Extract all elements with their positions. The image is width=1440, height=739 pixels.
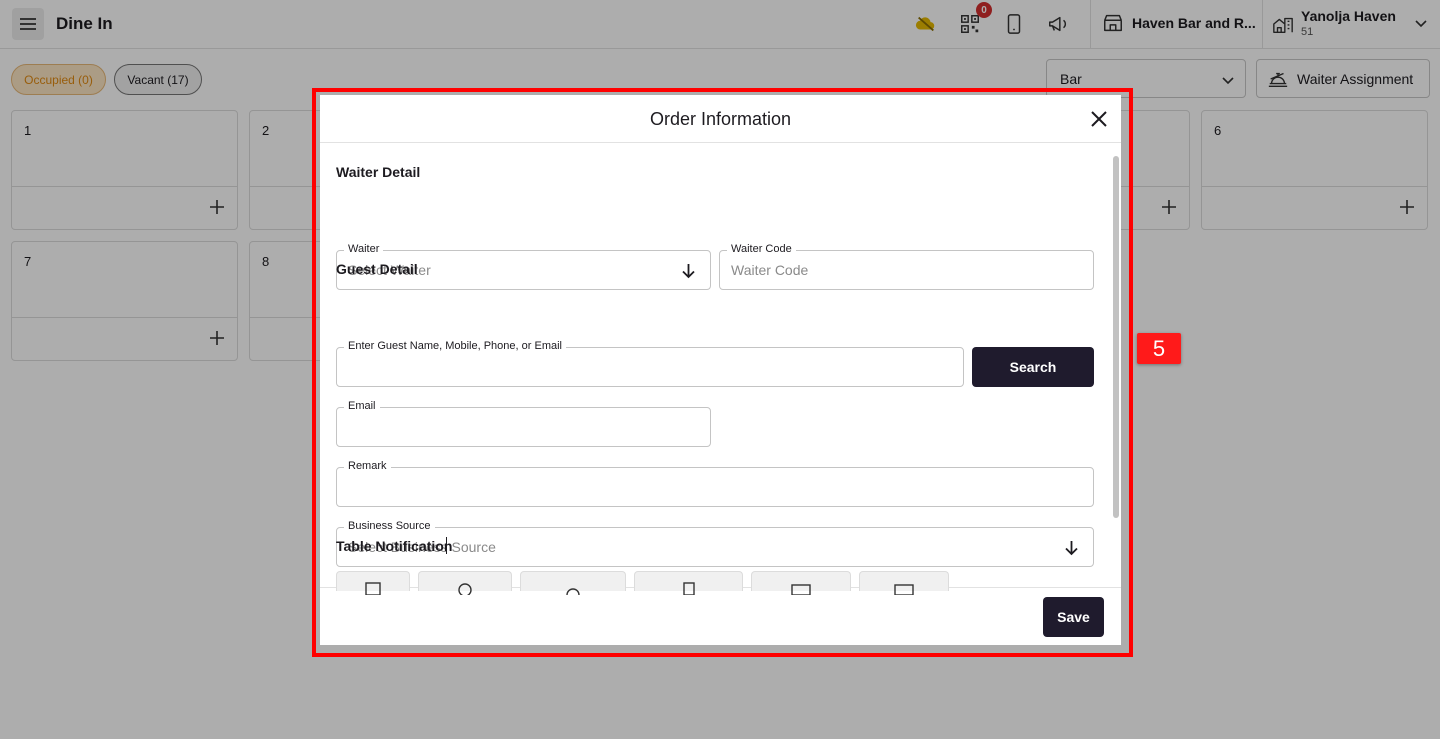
- notification-option-tile[interactable]: [634, 571, 743, 595]
- waiter-label: Waiter: [344, 243, 384, 255]
- notification-option-tile[interactable]: [859, 571, 949, 595]
- order-information-dialog: Order Information Waiter Detail Waiter S…: [320, 95, 1121, 645]
- email-label: Email: [344, 400, 380, 412]
- waiter-code-field[interactable]: Waiter Code Waiter Code: [719, 243, 1094, 290]
- guest-detail-heading: Guest Detail: [336, 261, 418, 277]
- close-icon[interactable]: [1089, 109, 1109, 129]
- notification-icon: [894, 584, 914, 595]
- dialog-scrollbar[interactable]: [1111, 154, 1119, 579]
- business-source-label: Business Source: [344, 520, 435, 532]
- arrow-down-icon: [1065, 541, 1078, 556]
- step-number-badge: 5: [1137, 333, 1181, 364]
- waiter-code-placeholder: Waiter Code: [731, 262, 809, 278]
- remark-label: Remark: [344, 460, 391, 472]
- notification-option-tile[interactable]: [336, 571, 410, 595]
- table-notification-heading: Table Notification: [336, 538, 453, 554]
- guest-search-input[interactable]: Enter Guest Name, Mobile, Phone, or Emai…: [336, 340, 964, 387]
- text-cursor: [446, 537, 447, 554]
- notification-option-tile[interactable]: [751, 571, 851, 595]
- dialog-title: Order Information: [649, 109, 792, 129]
- email-field[interactable]: Email: [336, 400, 711, 447]
- notification-icon: [791, 584, 811, 595]
- dialog-footer: Save: [320, 587, 1121, 645]
- arrow-down-icon: [682, 264, 695, 279]
- notification-icon: [682, 582, 695, 595]
- search-button[interactable]: Search: [972, 347, 1094, 387]
- scrollbar-thumb[interactable]: [1113, 156, 1119, 518]
- notification-option-tile[interactable]: [520, 571, 626, 595]
- notification-icon: [458, 583, 472, 595]
- save-button[interactable]: Save: [1043, 597, 1104, 637]
- dialog-header: Order Information: [320, 95, 1121, 143]
- notification-icon: [365, 582, 381, 595]
- waiter-detail-heading: Waiter Detail: [336, 164, 421, 180]
- remark-field[interactable]: Remark: [336, 460, 1094, 507]
- waiter-code-label: Waiter Code: [727, 243, 796, 255]
- dialog-body[interactable]: Waiter Detail Waiter Select Waiter Waite…: [320, 144, 1121, 587]
- notification-option-tile[interactable]: [418, 571, 512, 595]
- guest-search-label: Enter Guest Name, Mobile, Phone, or Emai…: [344, 340, 566, 352]
- notification-icon: [566, 588, 580, 595]
